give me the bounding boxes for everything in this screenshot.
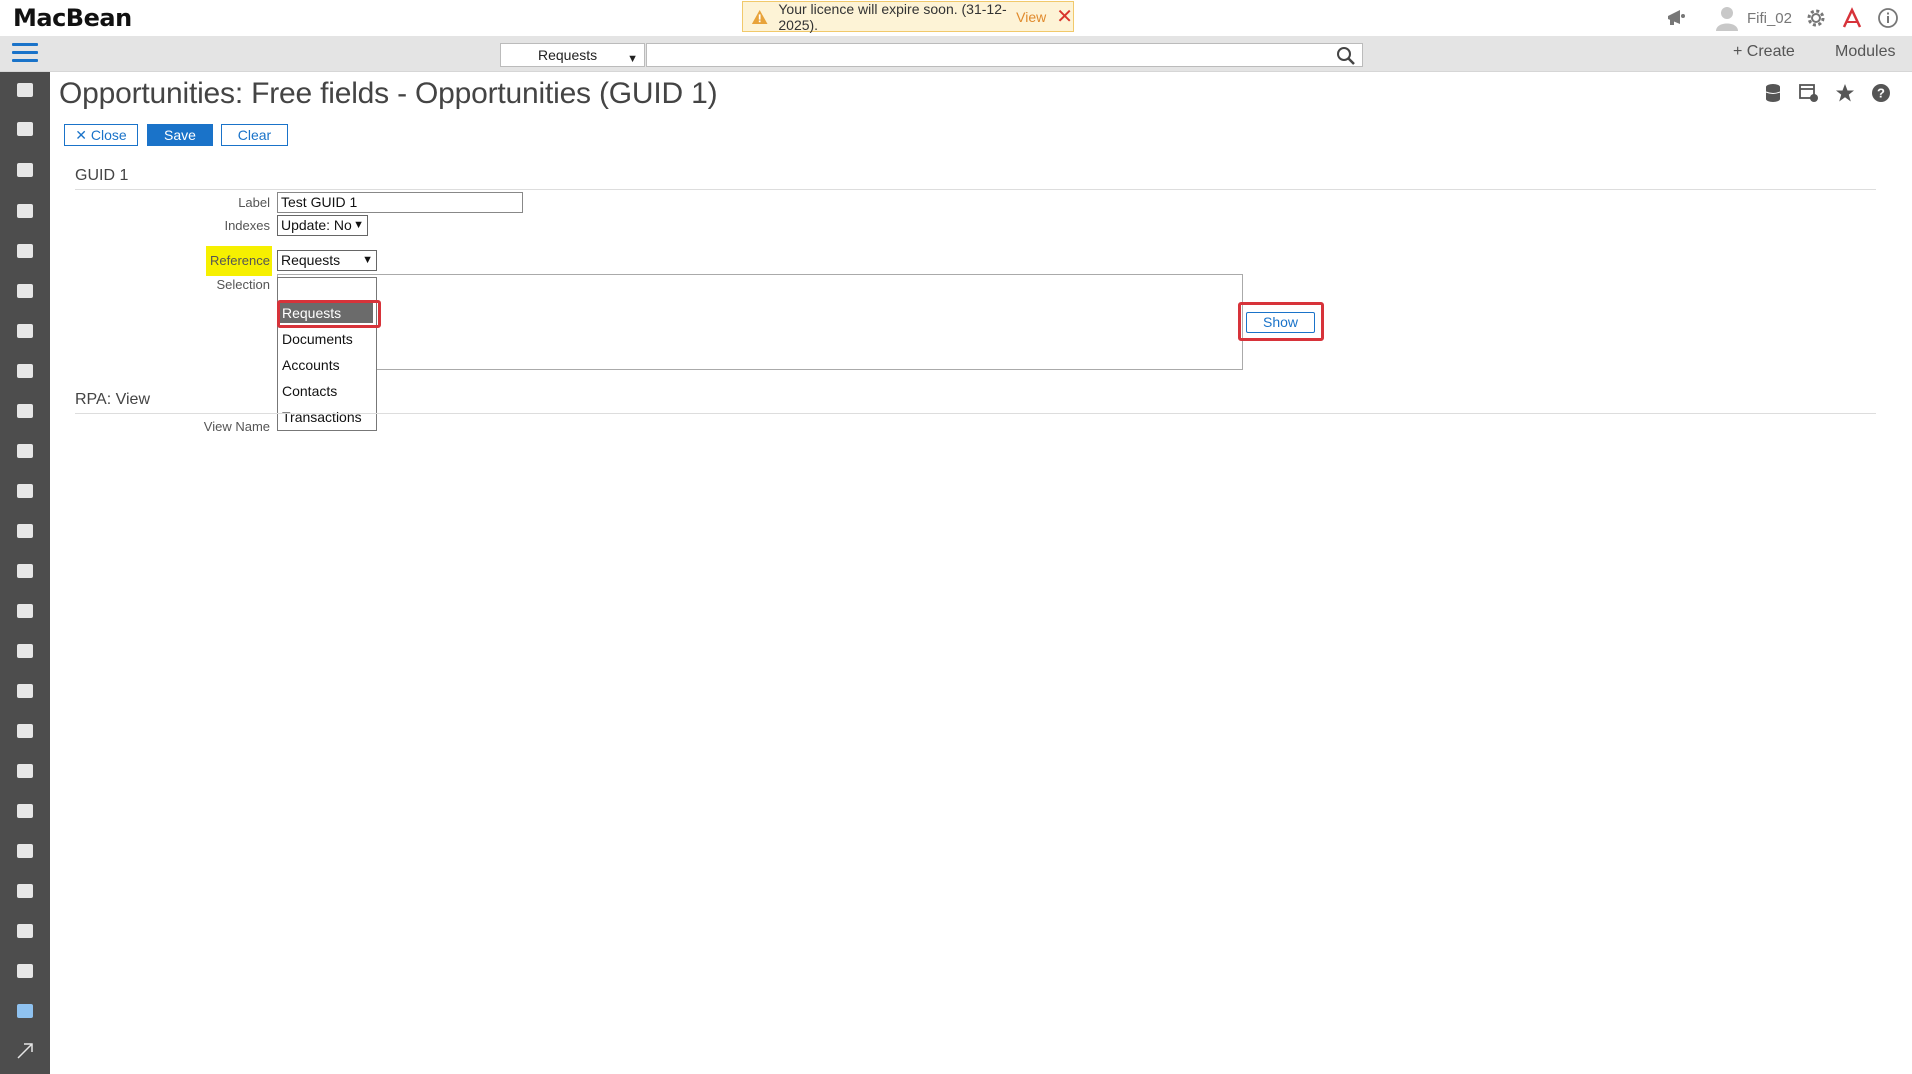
close-icon[interactable]: ✕	[1056, 7, 1073, 27]
user-name[interactable]: Fifi_02	[1747, 10, 1792, 27]
annotation-box-show	[1238, 302, 1324, 341]
sidebar-item-list-icon[interactable]	[0, 273, 50, 309]
sidebar-item-table-icon[interactable]	[0, 152, 50, 188]
help-icon[interactable]: ?	[1870, 82, 1892, 104]
modules-button[interactable]: Modules	[1835, 43, 1895, 61]
sidebar-item-calendar-icon[interactable]	[0, 233, 50, 269]
sidebar-item-briefcase-icon[interactable]	[0, 473, 50, 509]
sidebar-item-puzzle2-icon[interactable]	[0, 353, 50, 389]
sidebar-item-settings-icon[interactable]	[0, 673, 50, 709]
label-input[interactable]: Test GUID 1	[277, 192, 523, 213]
reference-value: Requests	[281, 252, 341, 268]
dropdown-option-transactions[interactable]: Transactions	[282, 409, 362, 425]
indexes-caption: Indexes	[224, 218, 270, 233]
search-scope-select[interactable]: Requests ▼	[500, 43, 645, 67]
top-right-tools: Fifi_02	[1659, 0, 1912, 36]
sidebar	[0, 72, 50, 1074]
notice-text: Your licence will expire soon. (31-12-20…	[778, 0, 1007, 33]
sidebar-item-coins-icon[interactable]	[0, 753, 50, 789]
star-icon[interactable]	[1834, 82, 1856, 104]
sidebar-item-inbox-icon[interactable]	[0, 111, 50, 147]
sidebar-item-tasks-icon[interactable]	[0, 193, 50, 229]
dropdown-option-accounts[interactable]: Accounts	[282, 357, 340, 373]
section-title-guid: GUID 1	[75, 167, 129, 184]
search-scope-value: Requests	[538, 47, 598, 63]
acrobat-icon[interactable]	[1834, 0, 1870, 36]
close-button[interactable]: ✕ Close	[64, 124, 138, 146]
menu-icon[interactable]	[12, 43, 38, 65]
sidebar-item-news-icon[interactable]	[0, 833, 50, 869]
notice-view-link[interactable]: View	[1016, 9, 1046, 25]
sidebar-item-puzzle3-icon[interactable]	[0, 393, 50, 429]
chevron-down-icon: ▼	[353, 219, 364, 231]
indexes-select[interactable]: Update: No ▼	[277, 215, 368, 236]
view-name-caption: View Name	[203, 419, 270, 434]
sidebar-item-card-icon[interactable]	[0, 633, 50, 669]
svg-text:?: ?	[1877, 86, 1885, 101]
selection-area[interactable]	[277, 274, 1243, 370]
sidebar-item-handshake-icon[interactable]	[0, 713, 50, 749]
search-input[interactable]	[646, 43, 1363, 67]
page-title: Opportunities: Free fields - Opportuniti…	[59, 77, 718, 110]
selection-caption: Selection	[216, 277, 270, 292]
section-title-rpa: RPA: View	[75, 391, 150, 408]
search-bar: Requests ▼ + Create Modules	[0, 36, 1912, 72]
database-icon[interactable]	[1762, 82, 1784, 104]
sidebar-item-window-icon[interactable]	[0, 993, 50, 1029]
info-icon[interactable]	[1870, 0, 1906, 36]
sidebar-item-folder-icon[interactable]	[0, 553, 50, 589]
save-button[interactable]: Save	[147, 124, 213, 146]
gear-icon[interactable]	[1798, 0, 1834, 36]
dropdown-option-documents[interactable]: Documents	[282, 331, 353, 347]
indexes-value: Update: No	[281, 217, 352, 233]
dropdown-option-contacts[interactable]: Contacts	[282, 383, 337, 399]
clear-button[interactable]: Clear	[221, 124, 288, 146]
section-divider	[75, 189, 1876, 190]
chevron-down-icon: ▼	[627, 53, 638, 65]
annotation-box-requests	[277, 300, 381, 328]
sidebar-item-puzzle-icon[interactable]	[0, 313, 50, 349]
megaphone-icon[interactable]	[1659, 0, 1695, 36]
app-logo[interactable]: MacBean	[13, 4, 132, 32]
table-settings-icon[interactable]	[1798, 82, 1820, 104]
create-button[interactable]: + Create	[1733, 43, 1795, 61]
top-bar: MacBean Your licence will expire soon. (…	[0, 0, 1912, 36]
sidebar-item-expand-icon[interactable]	[0, 1033, 50, 1069]
sidebar-item-tag-icon[interactable]	[0, 953, 50, 989]
sidebar-item-binoculars-icon[interactable]	[0, 433, 50, 469]
warning-icon	[751, 9, 768, 24]
sidebar-item-people-icon[interactable]	[0, 593, 50, 629]
reference-select[interactable]: Requests ▼	[277, 250, 377, 271]
reference-caption: Reference	[210, 253, 270, 268]
search-icon[interactable]	[1336, 46, 1356, 66]
label-caption: Label	[238, 195, 270, 210]
chevron-down-icon: ▼	[362, 254, 373, 266]
title-toolbar: ?	[1762, 82, 1892, 104]
sidebar-item-dashboard-icon[interactable]	[0, 72, 50, 108]
avatar-icon[interactable]	[1709, 0, 1745, 36]
sidebar-item-hierarchy-icon[interactable]	[0, 913, 50, 949]
sidebar-item-mail-icon[interactable]	[0, 513, 50, 549]
sidebar-item-chart-icon[interactable]	[0, 793, 50, 829]
licence-notice: Your licence will expire soon. (31-12-20…	[742, 0, 1074, 33]
sidebar-item-wrench-icon[interactable]	[0, 873, 50, 909]
section-divider	[75, 413, 1876, 414]
